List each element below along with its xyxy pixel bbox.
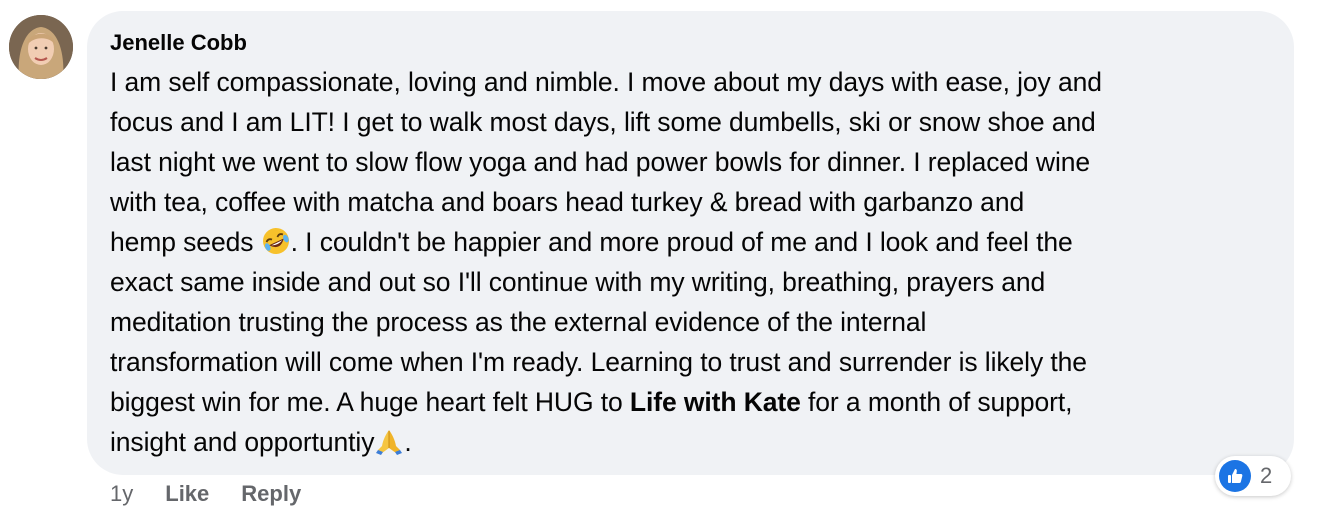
comment-line: focus and I am LIT! I get to walk most d…: [110, 107, 1096, 137]
page-mention-link[interactable]: Life with Kate: [630, 387, 801, 417]
comment-line: hemp seeds . I couldn't be happier and m…: [110, 222, 1270, 262]
avatar-image: [9, 15, 73, 79]
comment-author-name[interactable]: Jenelle Cobb: [110, 28, 1270, 58]
thumbs-up-icon: [1219, 460, 1251, 492]
comment-timestamp[interactable]: 1y: [110, 481, 133, 507]
comment: Jenelle Cobb I am self compassionate, lo…: [0, 0, 1318, 516]
comment-body: I am self compassionate, loving and nimb…: [110, 62, 1270, 462]
comment-line: last night we went to slow flow yoga and…: [110, 147, 1091, 177]
rolling-on-floor-laughing-emoji-icon: [261, 226, 291, 256]
like-button[interactable]: Like: [165, 481, 209, 507]
comment-actions: 1y Like Reply: [110, 478, 301, 510]
reaction-summary[interactable]: 2: [1215, 456, 1291, 496]
comment-text-segment: .: [404, 427, 412, 457]
comment-line: exact same inside and out so I'll contin…: [110, 267, 1046, 297]
comment-line: with tea, coffee with matcha and boars h…: [110, 187, 1025, 217]
comment-line: transformation will come when I'm ready.…: [110, 347, 1087, 377]
comment-line: I am self compassionate, loving and nimb…: [110, 67, 1102, 97]
folded-hands-emoji-icon: [374, 426, 404, 456]
reply-button[interactable]: Reply: [241, 481, 301, 507]
comment-text-segment: for a month of support,: [800, 387, 1073, 417]
comment-bubble: Jenelle Cobb I am self compassionate, lo…: [87, 11, 1294, 475]
comment-text-segment: insight and opportuntiy: [110, 427, 375, 457]
comment-text-segment: hemp seeds: [110, 227, 261, 257]
comment-text-segment: biggest win for me. A huge heart felt HU…: [110, 387, 630, 417]
comment-line: meditation trusting the process as the e…: [110, 307, 927, 337]
comment-line: insight and opportuntiy .: [110, 422, 1270, 462]
comment-line: biggest win for me. A huge heart felt HU…: [110, 382, 1270, 422]
comment-text-segment: . I couldn't be happier and more proud o…: [290, 227, 1073, 257]
reaction-count: 2: [1260, 463, 1273, 488]
avatar[interactable]: [9, 15, 73, 79]
